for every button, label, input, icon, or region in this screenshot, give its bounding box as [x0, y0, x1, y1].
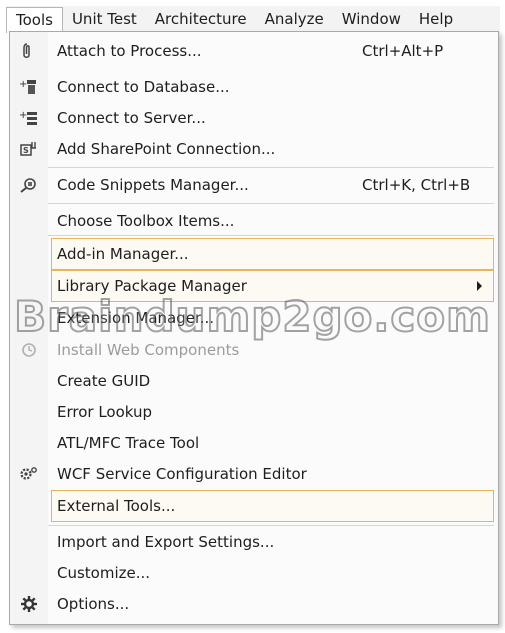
separator	[48, 235, 494, 236]
install-icon	[17, 338, 41, 362]
database-connect-icon: +	[17, 75, 41, 99]
menu-item-attach-to-process[interactable]: Attach to Process... Ctrl+Alt+P	[10, 38, 498, 64]
svg-text:S: S	[23, 146, 29, 155]
menu-item-error-lookup[interactable]: Error Lookup	[10, 399, 498, 425]
menu-item-wcf-service-configuration-editor[interactable]: WCF Service Configuration Editor	[10, 461, 498, 487]
menu-item-add-in-manager[interactable]: Add-in Manager...	[10, 241, 498, 267]
menu-tools[interactable]: Tools	[6, 6, 63, 33]
wcf-config-icon	[17, 462, 41, 486]
menu-item-customize[interactable]: Customize...	[10, 560, 498, 586]
gear-icon	[17, 592, 41, 616]
menu-item-connect-to-database[interactable]: + Connect to Database...	[10, 74, 498, 100]
menu-item-install-web-components: Install Web Components	[10, 337, 498, 363]
menu-window[interactable]: Window	[333, 7, 410, 31]
tools-dropdown: Attach to Process... Ctrl+Alt+P + Connec…	[9, 31, 499, 625]
svg-text:+: +	[19, 79, 27, 90]
sharepoint-icon: S	[17, 137, 41, 161]
menu-item-connect-to-server[interactable]: + Connect to Server...	[10, 105, 498, 131]
menu-item-extension-manager[interactable]: Extension Manager...	[10, 305, 498, 331]
menu-item-import-export-settings[interactable]: Import and Export Settings...	[10, 529, 498, 555]
separator	[48, 203, 494, 204]
svg-text:+: +	[19, 110, 27, 121]
menu-help[interactable]: Help	[410, 7, 462, 31]
separator	[48, 525, 494, 526]
separator	[48, 167, 494, 168]
attach-icon	[17, 39, 41, 63]
menu-item-atl-mfc-trace-tool[interactable]: ATL/MFC Trace Tool	[10, 430, 498, 456]
server-connect-icon: +	[17, 106, 41, 130]
menu-item-create-guid[interactable]: Create GUID	[10, 368, 498, 394]
menu-bar: Tools Unit Test Architecture Analyze Win…	[6, 6, 500, 33]
menu-item-choose-toolbox-items[interactable]: Choose Toolbox Items...	[10, 208, 498, 234]
menu-item-code-snippets-manager[interactable]: Code Snippets Manager... Ctrl+K, Ctrl+B	[10, 172, 498, 198]
menu-unit-test[interactable]: Unit Test	[63, 7, 146, 31]
menu-architecture[interactable]: Architecture	[146, 7, 256, 31]
submenu-arrow-icon	[477, 281, 482, 291]
menu-item-external-tools[interactable]: External Tools...	[10, 493, 498, 519]
snippets-icon	[17, 173, 41, 197]
menu-item-add-sharepoint-connection[interactable]: S Add SharePoint Connection...	[10, 136, 498, 162]
menu-item-library-package-manager[interactable]: Library Package Manager	[10, 273, 498, 299]
menu-item-options[interactable]: Options...	[10, 591, 498, 617]
menu-analyze[interactable]: Analyze	[256, 7, 333, 31]
